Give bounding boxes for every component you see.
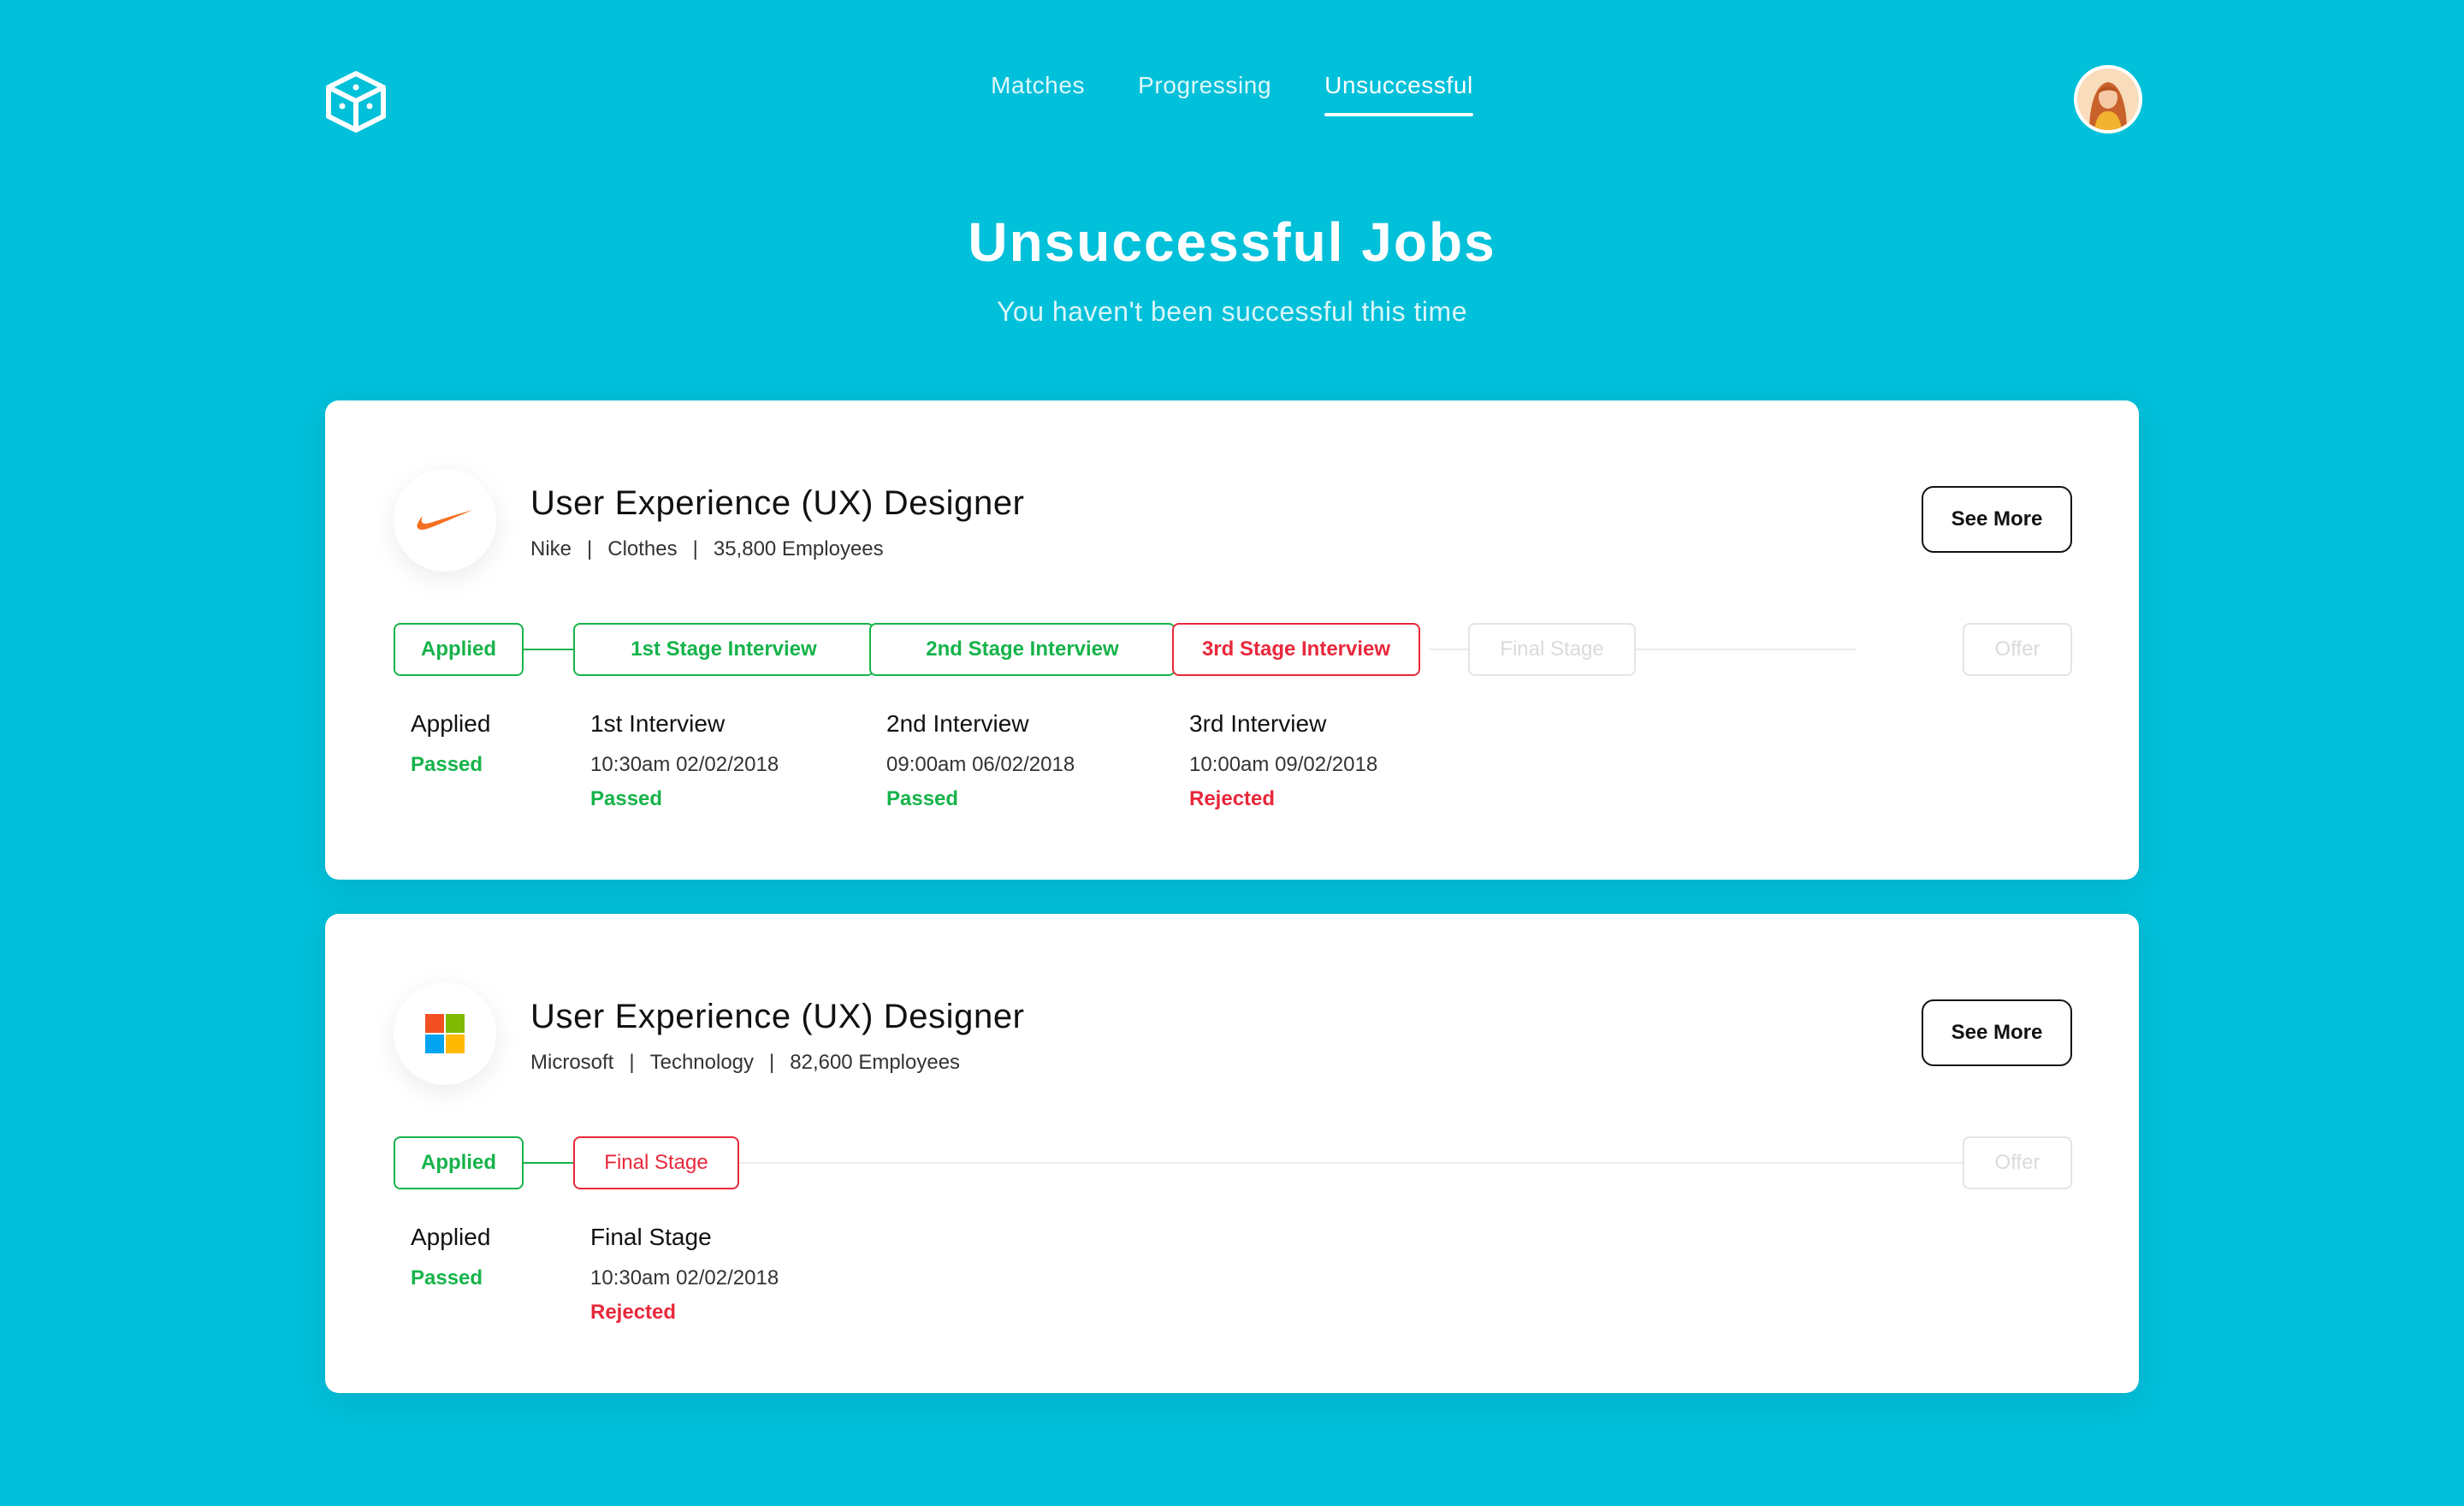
tab-progressing[interactable]: Progressing: [1138, 72, 1271, 116]
see-more-button[interactable]: See More: [1922, 999, 2072, 1066]
detail-date: 09:00am 06/02/2018: [886, 753, 1075, 776]
stage-3rd-interview: 3rd Stage Interview: [1172, 623, 1420, 676]
tab-unsuccessful[interactable]: Unsuccessful: [1324, 72, 1473, 116]
detail-title: Applied: [411, 1224, 491, 1250]
job-meta: Microsoft | Technology | 82,600 Employee…: [530, 1051, 960, 1075]
detail-date: 10:30am 02/02/2018: [590, 1266, 779, 1290]
detail-status: Passed: [886, 787, 959, 810]
stage-2nd-interview: 2nd Stage Interview: [869, 623, 1176, 676]
detail-date: 10:00am 09/02/2018: [1189, 753, 1378, 776]
job-card: User Experience (UX) Designer Microsoft …: [325, 914, 2139, 1393]
detail-title: 1st Interview: [590, 710, 726, 737]
stage-final: Final Stage: [1468, 623, 1636, 676]
detail-status: Passed: [411, 1266, 483, 1290]
stage-detail: Applied Passed: [411, 1224, 490, 1290]
company-employees: 82,600 Employees: [790, 1051, 961, 1074]
stage-detail: Final Stage 10:30am 02/02/2018 Rejected: [590, 1224, 779, 1325]
tab-matches[interactable]: Matches: [991, 72, 1085, 116]
separator: |: [769, 1051, 775, 1074]
company-employees: 35,800 Employees: [713, 537, 884, 560]
detail-title: 3rd Interview: [1189, 710, 1327, 737]
page: Matches Progressing Unsuccessful Unsucce…: [0, 0, 2464, 1506]
company-name: Nike: [530, 537, 572, 560]
stage-pipeline: Applied Final Stage Offer: [394, 1136, 2072, 1189]
separator: |: [629, 1051, 635, 1074]
stage-offer: Offer: [1963, 623, 2072, 676]
detail-status: Rejected: [1189, 787, 1276, 810]
stage-offer: Offer: [1963, 1136, 2072, 1189]
company-industry: Clothes: [607, 537, 678, 560]
nike-swoosh-icon: [394, 469, 496, 572]
avatar[interactable]: [2074, 65, 2142, 133]
detail-title: Applied: [411, 710, 491, 737]
connector-line: [719, 1162, 1968, 1164]
company-name: Microsoft: [530, 1051, 614, 1074]
see-more-button[interactable]: See More: [1922, 486, 2072, 553]
detail-date: 10:30am 02/02/2018: [590, 753, 779, 776]
job-title: User Experience (UX) Designer: [530, 998, 1025, 1035]
stage-1st-interview: 1st Stage Interview: [573, 623, 874, 676]
stage-detail: 2nd Interview 09:00am 06/02/2018 Passed: [886, 710, 1075, 811]
stage-final: Final Stage: [573, 1136, 739, 1189]
stage-applied: Applied: [394, 623, 524, 676]
detail-title: Final Stage: [590, 1224, 712, 1250]
connector-line: [522, 649, 578, 650]
stage-detail: 1st Interview 10:30am 02/02/2018 Passed: [590, 710, 779, 811]
separator: |: [692, 537, 698, 560]
separator: |: [587, 537, 593, 560]
stage-detail: 3rd Interview 10:00am 09/02/2018 Rejecte…: [1189, 710, 1377, 811]
connector-line: [522, 1162, 578, 1164]
detail-title: 2nd Interview: [886, 710, 1029, 737]
page-subtitle: You haven't been successful this time: [997, 296, 1467, 327]
detail-status: Passed: [590, 787, 663, 810]
stage-applied: Applied: [394, 1136, 524, 1189]
company-industry: Technology: [649, 1051, 755, 1074]
job-meta: Nike | Clothes | 35,800 Employees: [530, 537, 884, 561]
detail-status: Rejected: [590, 1301, 677, 1324]
microsoft-logo-icon: [394, 982, 496, 1085]
stage-pipeline: Applied 1st Stage Interview 2nd Stage In…: [394, 623, 2072, 676]
detail-status: Passed: [411, 753, 483, 776]
stage-detail: Applied Passed: [411, 710, 490, 777]
page-title: Unsuccessful Jobs: [968, 211, 1496, 273]
job-card: User Experience (UX) Designer Nike | Clo…: [325, 400, 2139, 880]
job-title: User Experience (UX) Designer: [530, 484, 1025, 522]
